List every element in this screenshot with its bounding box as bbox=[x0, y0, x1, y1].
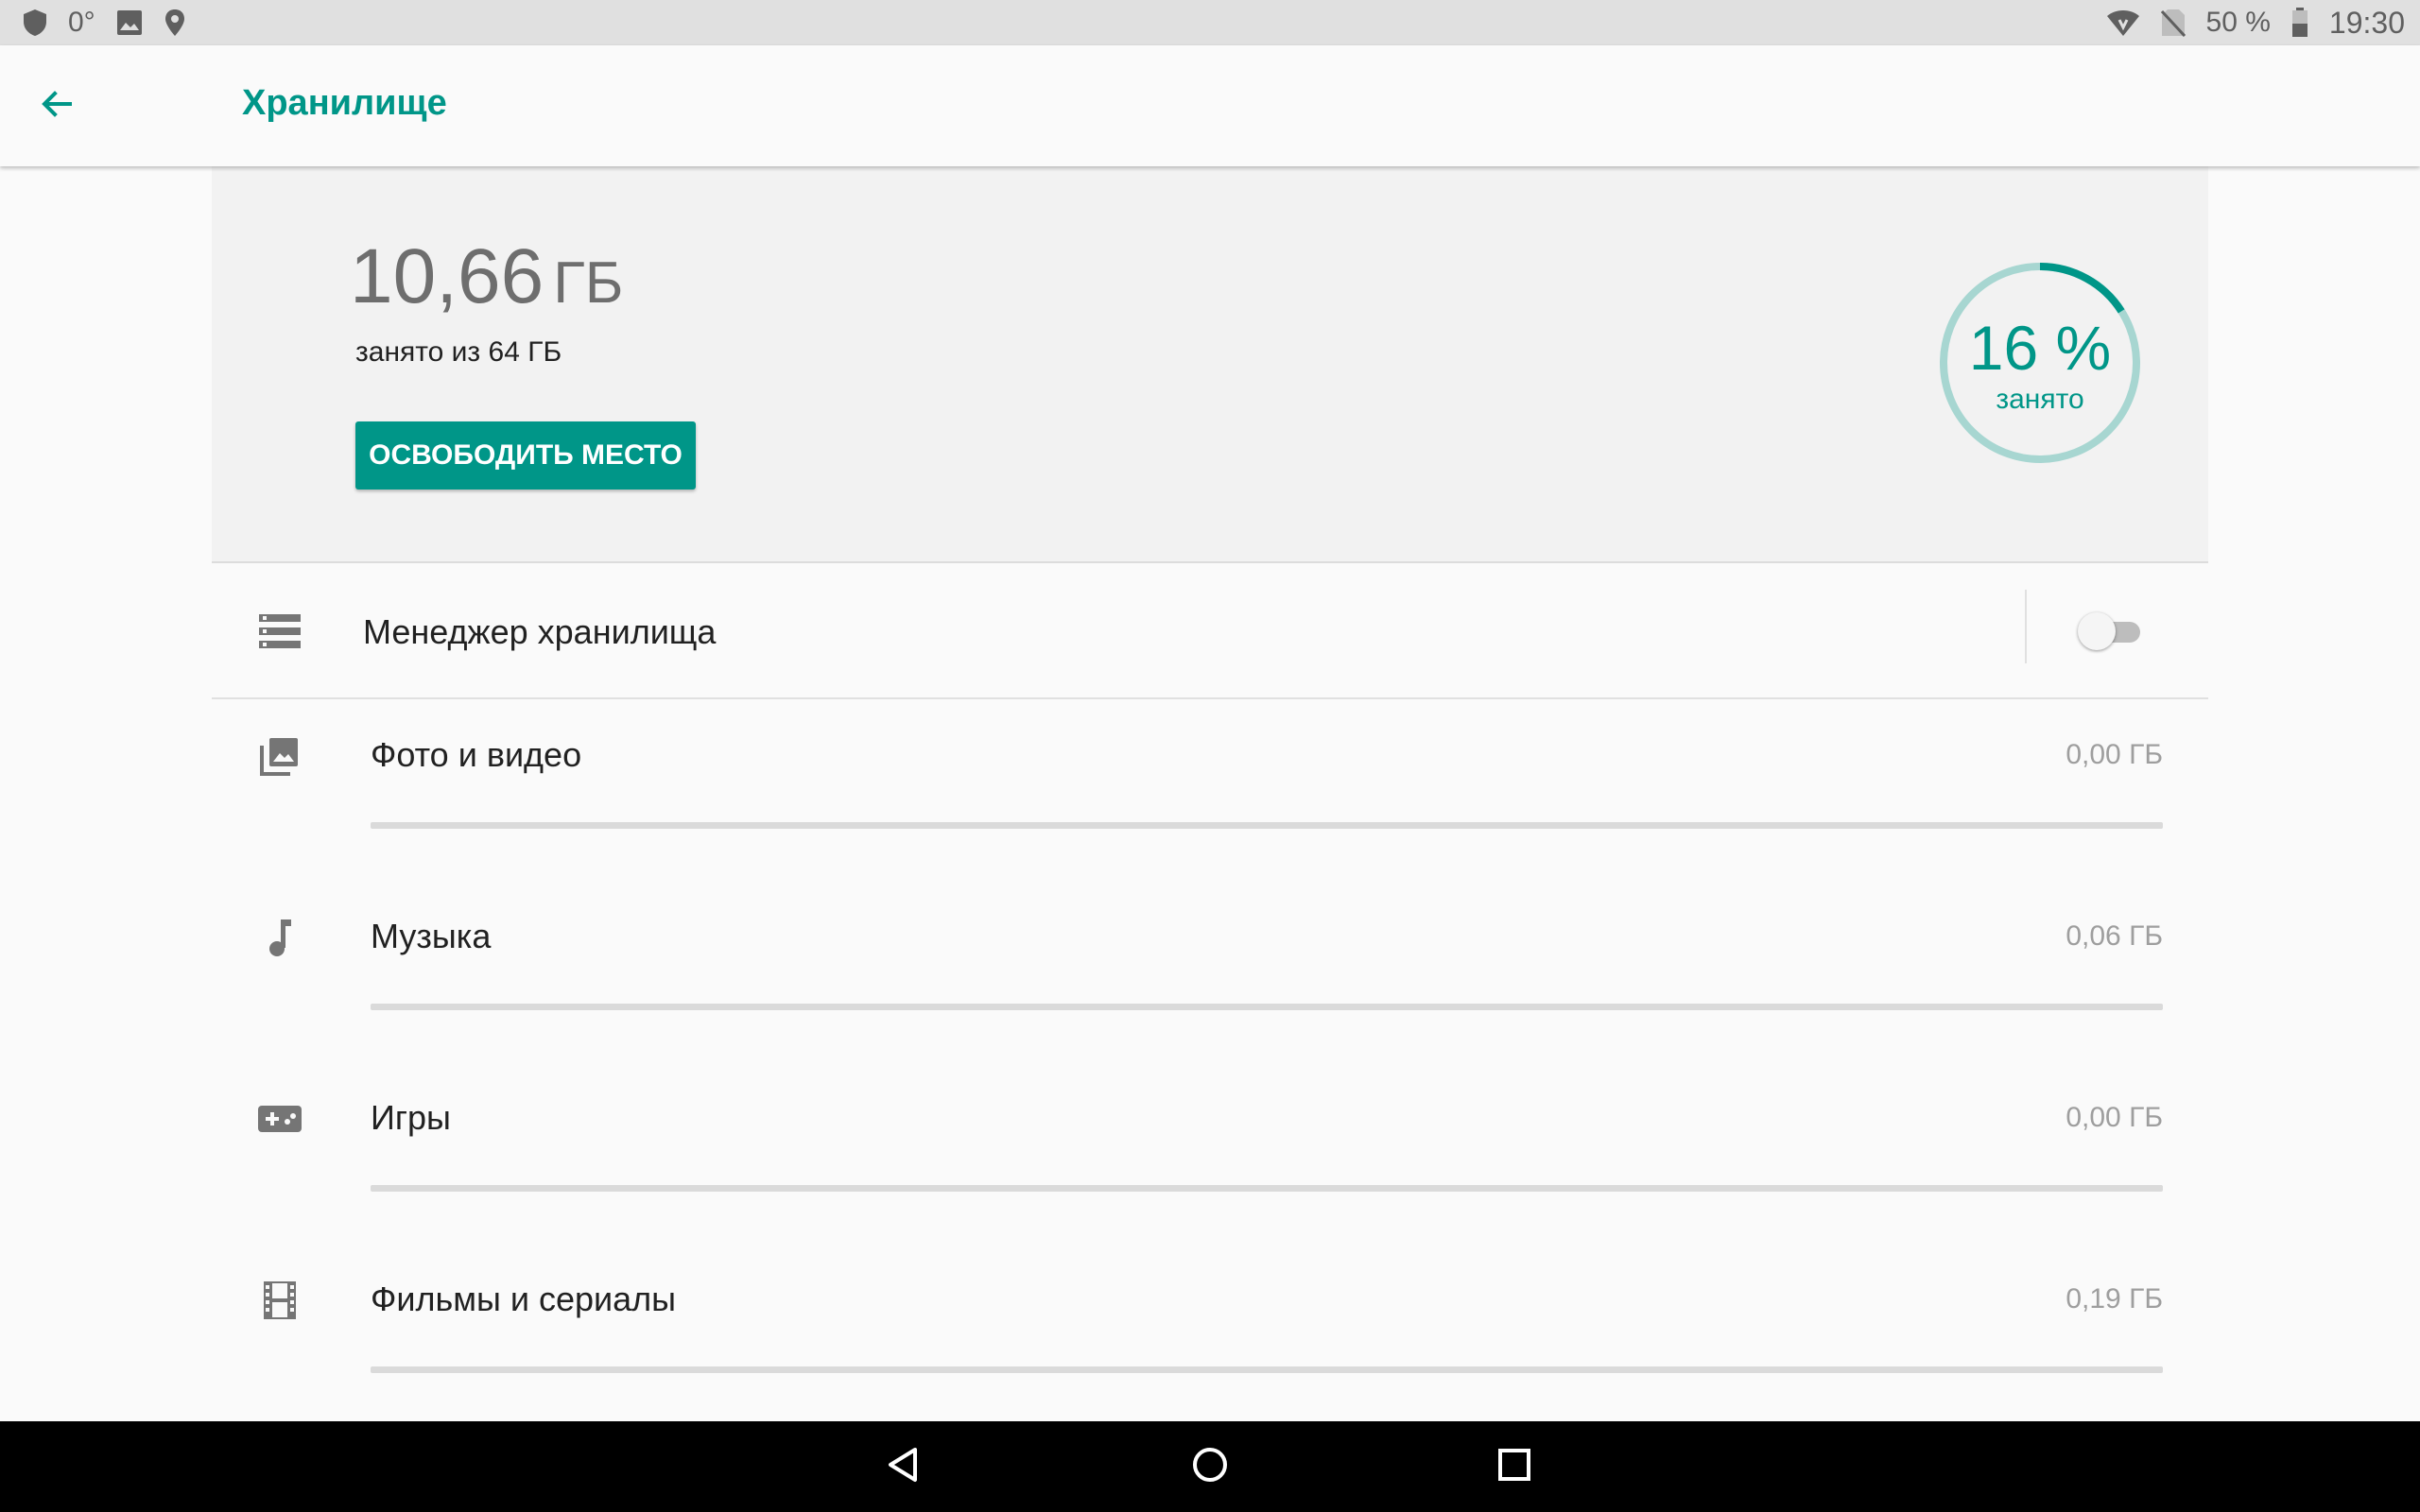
category-label: Игры bbox=[371, 1098, 451, 1137]
photo-library-icon bbox=[257, 733, 302, 779]
app-toolbar: Хранилище bbox=[0, 45, 2420, 166]
used-amount: 10,66 ГБ bbox=[350, 232, 623, 321]
arrow-left-icon bbox=[38, 85, 76, 128]
nav-back-button[interactable] bbox=[875, 1438, 932, 1495]
back-button[interactable] bbox=[19, 68, 95, 144]
nav-home-icon bbox=[1191, 1446, 1229, 1488]
no-sim-icon bbox=[2160, 9, 2186, 37]
page-title: Хранилище bbox=[242, 83, 447, 123]
used-value: 10,66 bbox=[350, 233, 544, 319]
image-icon bbox=[116, 9, 143, 36]
system-nav-bar bbox=[0, 1421, 2420, 1512]
status-bar: 0° 50 % 19:30 bbox=[0, 0, 2420, 45]
category-row-music[interactable]: Музыка 0,06 ГБ bbox=[212, 879, 2208, 1060]
location-icon bbox=[164, 9, 186, 37]
nav-back-icon bbox=[885, 1446, 923, 1488]
toggle-thumb bbox=[2078, 612, 2116, 650]
category-usage-bar bbox=[371, 822, 2163, 829]
category-usage-bar bbox=[371, 1004, 2163, 1010]
storage-manager-toggle[interactable] bbox=[2078, 610, 2146, 652]
category-size: 0,19 ГБ bbox=[2066, 1283, 2163, 1314]
battery-icon bbox=[2291, 8, 2308, 38]
category-row-photos[interactable]: Фото и видео 0,00 ГБ bbox=[212, 697, 2208, 879]
category-label: Фильмы и сериалы bbox=[371, 1280, 677, 1318]
shield-icon bbox=[23, 9, 47, 37]
category-size: 0,00 ГБ bbox=[2066, 739, 2163, 770]
free-up-space-button[interactable]: ОСВОБОДИТЬ МЕСТО bbox=[355, 421, 696, 490]
gamepad-icon bbox=[257, 1096, 302, 1142]
storage-list-icon bbox=[257, 609, 302, 654]
status-bar-right: 50 % 19:30 bbox=[2106, 6, 2405, 41]
music-note-icon bbox=[257, 915, 302, 960]
clock: 19:30 bbox=[2328, 5, 2405, 40]
storage-manager-row[interactable]: Менеджер хранилища bbox=[212, 563, 2208, 699]
category-size: 0,00 ГБ bbox=[2066, 1102, 2163, 1133]
storage-summary-card: 10,66 ГБ занято из 64 ГБ ОСВОБОДИТЬ МЕСТО… bbox=[212, 166, 2208, 563]
movie-film-icon bbox=[257, 1278, 302, 1323]
usage-donut-chart: 16 % занято bbox=[1938, 261, 2142, 465]
used-unit: ГБ bbox=[553, 250, 624, 316]
category-size: 0,06 ГБ bbox=[2066, 920, 2163, 952]
nav-home-button[interactable] bbox=[1182, 1438, 1238, 1495]
category-usage-bar bbox=[371, 1185, 2163, 1192]
row-divider bbox=[2025, 590, 2027, 663]
donut-percent: 16 % bbox=[1968, 313, 2112, 383]
category-label: Фото и видео bbox=[371, 735, 582, 774]
status-bar-left: 0° bbox=[23, 7, 186, 39]
category-label: Музыка bbox=[371, 917, 492, 955]
storage-manager-label: Менеджер хранилища bbox=[363, 612, 717, 651]
temperature-text: 0° bbox=[68, 7, 95, 38]
donut-label: занято bbox=[1996, 384, 2084, 415]
category-row-movies[interactable]: Фильмы и сериалы 0,19 ГБ bbox=[212, 1242, 2208, 1423]
wifi-icon bbox=[2106, 9, 2140, 37]
nav-recents-button[interactable] bbox=[1486, 1438, 1543, 1495]
category-usage-bar bbox=[371, 1366, 2163, 1373]
nav-recents-icon bbox=[1495, 1446, 1533, 1488]
battery-percent: 50 % bbox=[2205, 7, 2271, 38]
used-description: занято из 64 ГБ bbox=[355, 336, 562, 368]
category-row-games[interactable]: Игры 0,00 ГБ bbox=[212, 1060, 2208, 1242]
